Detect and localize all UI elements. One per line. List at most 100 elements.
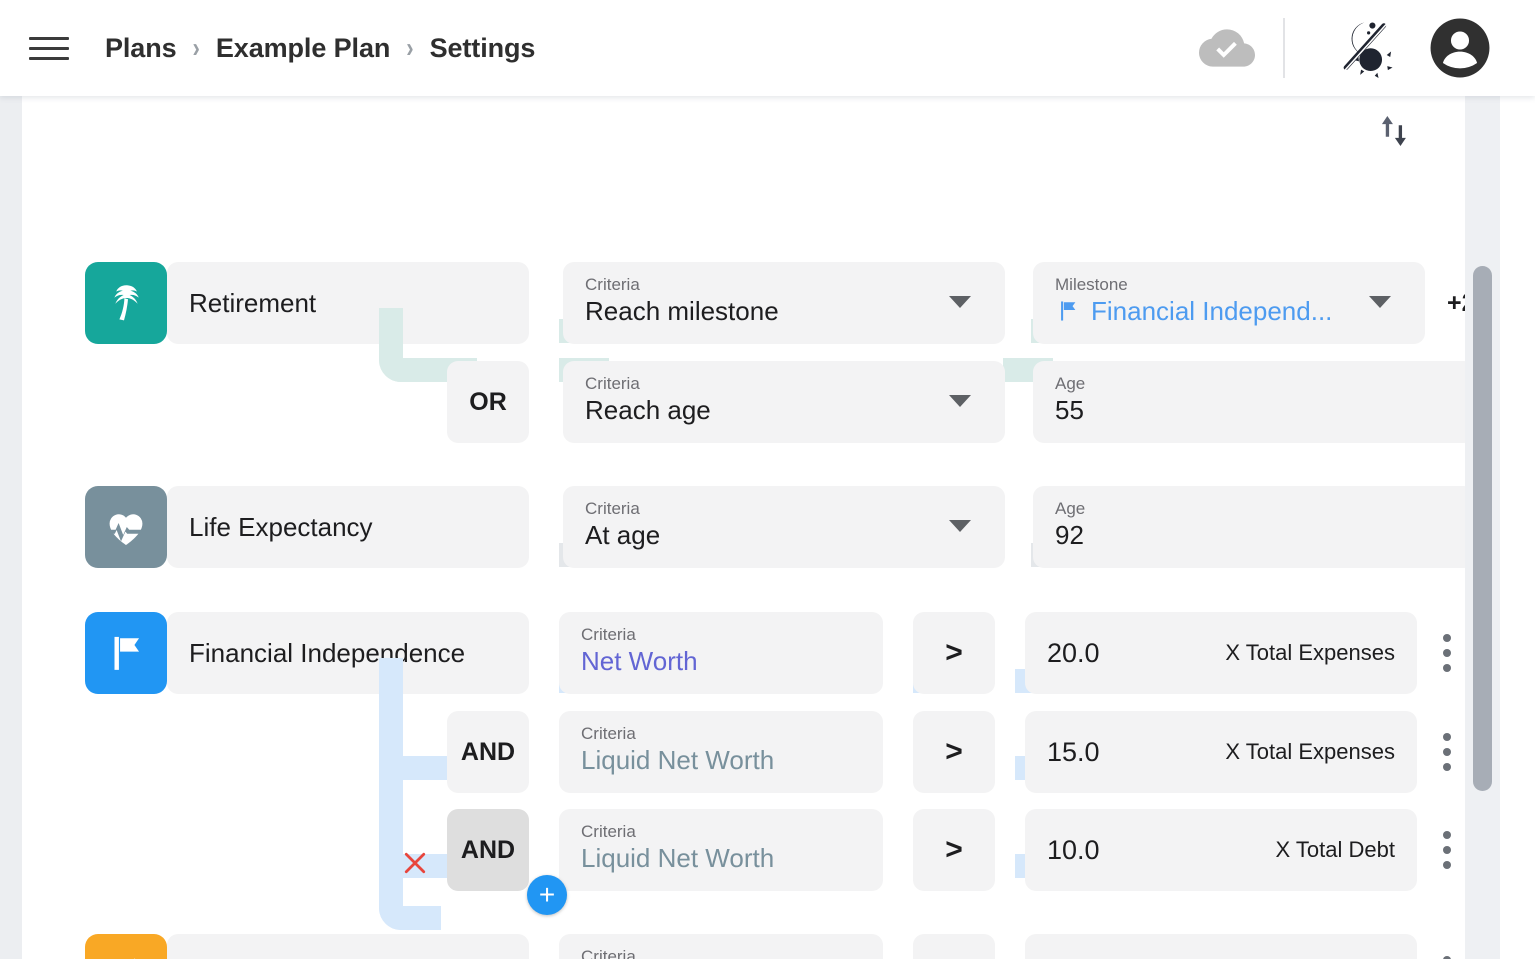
comparator-chip-fatfire-0[interactable]: > <box>913 934 995 959</box>
kebab-menu-icon[interactable] <box>1429 934 1465 959</box>
age-value: 92 <box>1055 518 1475 552</box>
milestone-value: Financial Independ... <box>1091 294 1332 328</box>
heart-pulse-icon[interactable] <box>85 486 167 568</box>
cloud-check-icon[interactable] <box>1199 20 1255 76</box>
amount-unit: X Total Debt <box>1276 837 1395 863</box>
hamburger-bar <box>29 57 69 60</box>
comparator-label: > <box>945 833 963 867</box>
app-header: Plans › Example Plan › Settings <box>0 0 1535 96</box>
amount-input-fi-0[interactable]: 20.0 X Total Expenses <box>1025 612 1417 694</box>
header-actions <box>1199 0 1535 96</box>
comparator-chip-fi-0[interactable]: > <box>913 612 995 694</box>
vertical-scrollbar-track[interactable] <box>1465 96 1500 959</box>
kebab-dot <box>1443 846 1451 854</box>
kebab-dot <box>1443 861 1451 869</box>
criteria-value: Liquid Net Worth <box>581 841 883 875</box>
goal-name-retirement[interactable]: Retirement <box>167 262 529 344</box>
age-input-retirement[interactable]: Age 55 <box>1033 361 1475 443</box>
criteria-select-fi-1[interactable]: Criteria Liquid Net Worth <box>559 711 883 793</box>
goal-name-life-expectancy[interactable]: Life Expectancy <box>167 486 529 568</box>
amount-input-fatfire-0[interactable]: 50.0 X Total Expenses <box>1025 934 1417 959</box>
age-input-life-expectancy[interactable]: Age 92 <box>1033 486 1475 568</box>
goal-row-fi-condition-2: AND Criteria Liquid Net Worth > 10.0 X T… <box>447 809 1465 891</box>
goal-row-retirement: Retirement Criteria Reach milestone Mile… <box>85 262 1476 344</box>
delete-condition-icon[interactable] <box>400 848 430 878</box>
criteria-label: Criteria <box>581 625 883 644</box>
operator-chip-or[interactable]: OR <box>447 361 529 443</box>
criteria-select-retirement-0[interactable]: Criteria Reach milestone <box>563 262 1005 344</box>
milestone-select-retirement[interactable]: Milestone Financial Independ... <box>1033 262 1425 344</box>
day-night-theme-icon[interactable] <box>1331 13 1401 83</box>
flag-icon[interactable] <box>85 612 167 694</box>
add-condition-label: + <box>539 881 555 909</box>
chevron-down-icon <box>949 296 971 308</box>
sort-arrows-icon[interactable] <box>1373 110 1415 152</box>
criteria-select-fi-0[interactable]: Criteria Net Worth <box>559 612 883 694</box>
breadcrumb-item-plans[interactable]: Plans <box>105 33 177 64</box>
kebab-dot <box>1443 763 1451 771</box>
kebab-dot <box>1443 748 1451 756</box>
hamburger-menu-icon[interactable] <box>26 25 72 71</box>
breadcrumb-separator: › <box>406 32 413 65</box>
operator-label: AND <box>461 738 515 767</box>
criteria-label: Criteria <box>581 822 883 841</box>
goal-name-label: Retirement <box>189 288 316 319</box>
criteria-select-fi-2[interactable]: Criteria Liquid Net Worth <box>559 809 883 891</box>
chevron-down-icon <box>949 520 971 532</box>
hamburger-bar <box>29 37 69 40</box>
page-body: Retirement Criteria Reach milestone Mile… <box>0 96 1535 959</box>
age-value: 55 <box>1055 393 1475 427</box>
add-condition-button[interactable]: + <box>527 875 567 915</box>
goal-row-retirement-condition-1: OR Criteria Reach age Age 55 <box>447 361 1475 443</box>
chevron-down-icon <box>1369 296 1391 308</box>
kebab-menu-icon[interactable] <box>1429 711 1465 793</box>
palm-tree-icon[interactable] <box>85 262 167 344</box>
account-avatar-icon[interactable] <box>1429 17 1491 79</box>
criteria-label: Criteria <box>585 275 1005 294</box>
connector-elbow <box>379 658 441 930</box>
goal-name-label: Life Expectancy <box>189 512 373 543</box>
criteria-select-fatfire-0[interactable]: Criteria Liquid Net Worth <box>559 934 883 959</box>
goal-name-fatfire[interactable]: FatFIRE <box>167 934 529 959</box>
amount-value: 20.0 <box>1047 638 1100 669</box>
kebab-dot <box>1443 634 1451 642</box>
vertical-scrollbar-thumb[interactable] <box>1473 266 1492 791</box>
comparator-label: > <box>945 636 963 670</box>
milestone-label: Milestone <box>1055 275 1425 294</box>
criteria-label: Criteria <box>585 499 1005 518</box>
comparator-chip-fi-2[interactable]: > <box>913 809 995 891</box>
goal-row-financial-independence: Financial Independence Criteria Net Wort… <box>85 612 1465 694</box>
criteria-value: Net Worth <box>581 644 883 678</box>
criteria-label: Criteria <box>585 374 1005 393</box>
kebab-dot <box>1443 664 1451 672</box>
gold-bars-icon[interactable] <box>85 934 167 959</box>
goal-row-fatfire: FatFIRE Criteria Liquid Net Worth > 50.0… <box>85 934 1465 959</box>
operator-chip-and-1[interactable]: AND <box>447 711 529 793</box>
criteria-select-life-expectancy-0[interactable]: Criteria At age <box>563 486 1005 568</box>
criteria-value: Liquid Net Worth <box>581 743 883 777</box>
age-label: Age <box>1055 374 1475 393</box>
header-divider <box>1283 18 1285 78</box>
breadcrumb-item-example-plan[interactable]: Example Plan <box>216 33 390 64</box>
kebab-menu-icon[interactable] <box>1429 612 1465 694</box>
goals-panel: Retirement Criteria Reach milestone Mile… <box>22 96 1500 959</box>
goal-name-financial-independence[interactable]: Financial Independence <box>167 612 529 694</box>
breadcrumb: Plans › Example Plan › Settings <box>105 33 535 64</box>
kebab-menu-icon[interactable] <box>1429 809 1465 891</box>
operator-chip-and-2[interactable]: AND <box>447 809 529 891</box>
criteria-label: Criteria <box>581 947 883 959</box>
criteria-value: Reach milestone <box>585 294 1005 328</box>
left-gutter <box>0 96 22 959</box>
criteria-select-retirement-1[interactable]: Criteria Reach age <box>563 361 1005 443</box>
kebab-dot <box>1443 733 1451 741</box>
breadcrumb-item-settings[interactable]: Settings <box>430 33 536 64</box>
goal-row-fi-condition-1: AND Criteria Liquid Net Worth > 15.0 X T… <box>447 711 1465 793</box>
chevron-down-icon <box>949 395 971 407</box>
amount-input-fi-1[interactable]: 15.0 X Total Expenses <box>1025 711 1417 793</box>
criteria-value: Reach age <box>585 393 1005 427</box>
amount-input-fi-2[interactable]: 10.0 X Total Debt <box>1025 809 1417 891</box>
comparator-chip-fi-1[interactable]: > <box>913 711 995 793</box>
flag-icon <box>1055 298 1081 324</box>
goal-row-life-expectancy: Life Expectancy Criteria At age Age 92 <box>85 486 1475 568</box>
amount-value: 10.0 <box>1047 835 1100 866</box>
